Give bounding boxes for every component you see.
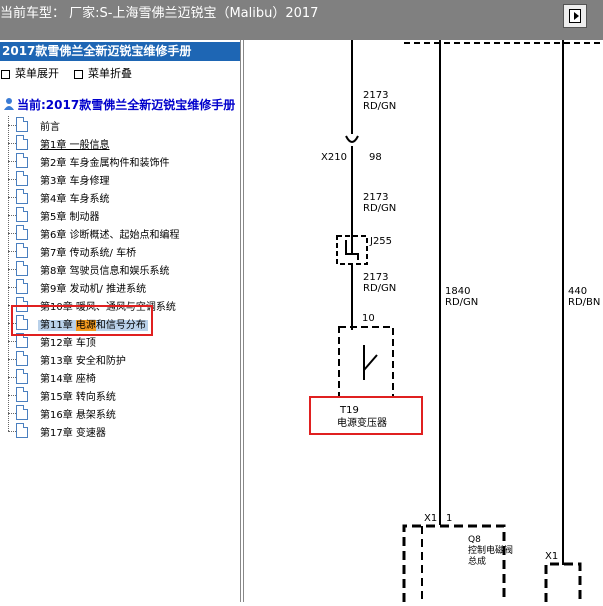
tree-item-label: 第2章 车身金属构件和装饰件: [40, 158, 170, 169]
tree-item-label: 第12章 车顶: [40, 338, 96, 349]
square-icon: [74, 69, 83, 79]
menu-operations: 菜单展开 菜单折叠: [0, 65, 146, 81]
document-icon: [16, 387, 28, 402]
t19-switch-symbol: [363, 345, 378, 380]
window-title: 当前车型： 厂家:S-上海雪佛兰迈锐宝（Malibu）2017: [0, 6, 319, 21]
document-icon: [16, 225, 28, 240]
tree-item-label: 第4章 车身系统: [40, 194, 110, 205]
t19-name: T19: [339, 405, 359, 416]
x1-connector-pin: 1: [446, 513, 452, 524]
square-icon: [1, 69, 10, 79]
tree-item-label: 第8章 驾驶员信息和娱乐系统: [40, 266, 170, 277]
tree-item[interactable]: 第17章 变速器: [0, 422, 240, 440]
tree-item[interactable]: 第15章 转向系统: [0, 386, 240, 404]
tree-item[interactable]: 第9章 发动机/ 推进系统: [0, 278, 240, 296]
tree-item[interactable]: 第1章 一般信息: [0, 134, 240, 152]
t19-component-box: [338, 326, 394, 398]
q8-description-2: 总成: [468, 555, 486, 567]
wire-440-color: RD/BN: [568, 297, 600, 308]
tree-item-label: 第9章 发动机/ 推进系统: [40, 284, 147, 295]
tree-item-label: 前言: [40, 122, 60, 133]
x1-connector-name: X1: [424, 513, 437, 524]
document-icon: [16, 135, 28, 150]
tree-item-label: 第16章 悬架系统: [40, 410, 116, 421]
x1-connector-b-name: X1: [545, 551, 558, 562]
q8-component-box: [402, 524, 506, 602]
tree-item[interactable]: 第16章 悬架系统: [0, 404, 240, 422]
arrow-right-icon: [569, 9, 581, 23]
tree-item[interactable]: 前言: [0, 116, 240, 134]
connector-x210-pin: 98: [369, 152, 382, 163]
tree-root-label: 当前:2017款雪佛兰全新迈锐宝维修手册: [17, 98, 236, 112]
tree-item-label: 第1章 一般信息: [40, 140, 110, 151]
t19-description: 电源变压器: [337, 416, 387, 429]
document-icon: [16, 405, 28, 420]
wire-1840-color: RD/GN: [445, 297, 478, 308]
tree-item-label: 第14章 座椅: [40, 374, 96, 385]
collapse-menu-label: 菜单折叠: [88, 67, 132, 80]
tree-item[interactable]: 第2章 车身金属构件和装饰件: [0, 152, 240, 170]
wire-2173-low-circuit: 2173: [363, 272, 388, 283]
tree-item-label: 第6章 诊断概述、起始点和编程: [40, 230, 180, 241]
document-icon: [16, 171, 28, 186]
q8-name: Q8: [468, 535, 481, 545]
document-icon: [16, 351, 28, 366]
title-bar: 当前车型： 厂家:S-上海雪佛兰迈锐宝（Malibu）2017: [0, 0, 603, 40]
wire-1840-circuit: 1840: [445, 286, 470, 297]
t19-pin: 10: [362, 313, 375, 324]
splice-j255-name: J255: [369, 236, 392, 247]
tree-item[interactable]: 第13章 安全和防护: [0, 350, 240, 368]
connector-x210-symbol: [345, 135, 359, 143]
tree-item-label: 第17章 变速器: [40, 428, 106, 439]
wire-2173-low-color: RD/GN: [363, 283, 396, 294]
wire-2173-top-color: RD/GN: [363, 101, 396, 112]
wire-440-circuit: 440: [568, 286, 587, 297]
tree-root[interactable]: 当前:2017款雪佛兰全新迈锐宝维修手册: [3, 96, 235, 113]
document-icon: [16, 153, 28, 168]
tree-item[interactable]: 第8章 驾驶员信息和娱乐系统: [0, 260, 240, 278]
tree-item[interactable]: 第5章 制动器: [0, 206, 240, 224]
wire-2173-top-circuit: 2173: [363, 90, 388, 101]
document-icon: [16, 189, 28, 204]
tree-item-label: 第15章 转向系统: [40, 392, 116, 403]
tree-item-label: 第7章 传动系统/ 车桥: [40, 248, 137, 259]
wire-2173-mid-color: RD/GN: [363, 203, 396, 214]
tree-item[interactable]: 第3章 车身修理: [0, 170, 240, 188]
tree-item[interactable]: 第14章 座椅: [0, 368, 240, 386]
document-icon: [16, 261, 28, 276]
toggle-panel-button[interactable]: [563, 4, 587, 28]
expand-menu-label: 菜单展开: [15, 67, 59, 80]
document-icon: [16, 117, 28, 132]
tree-item-label: 第13章 安全和防护: [40, 356, 126, 367]
document-icon: [16, 207, 28, 222]
tree-item[interactable]: 第7章 传动系统/ 车桥: [0, 242, 240, 260]
manual-title: 2017款雪佛兰全新迈锐宝维修手册: [0, 42, 240, 61]
tree-item[interactable]: 第4章 车身系统: [0, 188, 240, 206]
wire-2173-mid-circuit: 2173: [363, 192, 388, 203]
document-icon: [16, 243, 28, 258]
document-icon: [16, 369, 28, 384]
user-icon: [4, 98, 14, 110]
document-icon: [16, 423, 28, 438]
annotation-box-chapter11: [11, 305, 153, 336]
component-box-right: [544, 562, 582, 602]
tree-item[interactable]: 第6章 诊断概述、起始点和编程: [0, 224, 240, 242]
document-icon: [16, 279, 28, 294]
left-panel: 2017款雪佛兰全新迈锐宝维修手册 菜单展开 菜单折叠 当前:2017款雪佛兰全新…: [0, 40, 240, 602]
collapse-menu-button[interactable]: 菜单折叠: [73, 65, 132, 81]
wiring-diagram: 2173 RD/GN X210 98 2173 RD/GN J255 2173 …: [244, 40, 603, 602]
wiring-diagram-svg: 2173 RD/GN X210 98 2173 RD/GN J255 2173 …: [309, 40, 603, 602]
q8-description-1: 控制电磁阀: [468, 544, 513, 556]
expand-menu-button[interactable]: 菜单展开: [0, 65, 59, 81]
tree-item-label: 第3章 车身修理: [40, 176, 110, 187]
tree-item-label: 第5章 制动器: [40, 212, 100, 223]
connector-x210-name: X210: [321, 152, 347, 163]
